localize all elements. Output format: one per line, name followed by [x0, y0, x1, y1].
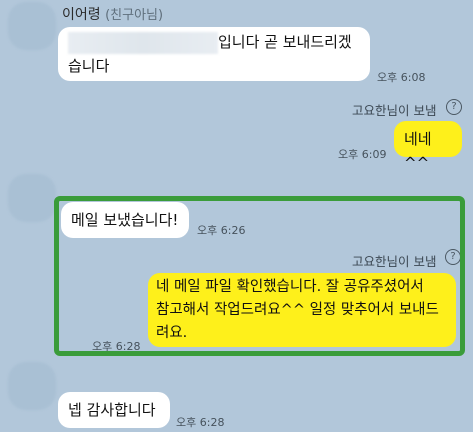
message-bubble-received[interactable]: 넵 감사합니다: [58, 392, 170, 428]
avatar[interactable]: [8, 174, 56, 222]
message-time: 오후 6:08: [377, 71, 426, 84]
highlight-frame: [54, 196, 465, 356]
message-time: 오후 6:09: [338, 148, 387, 161]
sender-sub: (친구아님): [105, 8, 164, 23]
message-time: 오후 6:28: [176, 416, 225, 429]
sender-name: 이어령: [62, 7, 101, 23]
message-text: 네네^^: [404, 130, 432, 172]
message-bubble-sent[interactable]: 네네^^: [394, 121, 462, 172]
sent-by-label: 고요한님이 보냄: [352, 103, 437, 118]
help-icon[interactable]: ?: [446, 99, 462, 115]
message-bubble-received[interactable]: 입니다 곧 보내드리겠 습니다: [58, 27, 370, 81]
redacted-text: [68, 31, 218, 54]
message-text: 넵 감사합니다: [68, 401, 156, 419]
avatar[interactable]: [8, 2, 56, 50]
avatar[interactable]: [8, 362, 56, 410]
sender-label: 이어령 (친구아님): [62, 4, 163, 24]
